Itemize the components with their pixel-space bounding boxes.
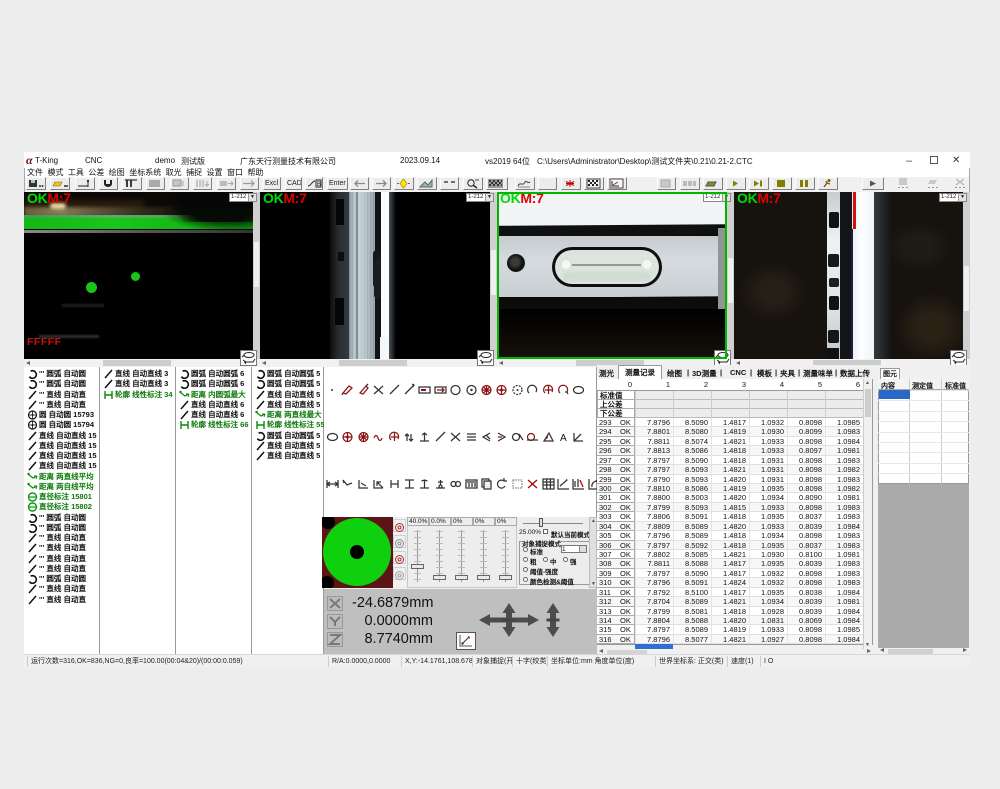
svg-text:B: B bbox=[317, 182, 321, 188]
svg-text:A: A bbox=[560, 433, 567, 443]
